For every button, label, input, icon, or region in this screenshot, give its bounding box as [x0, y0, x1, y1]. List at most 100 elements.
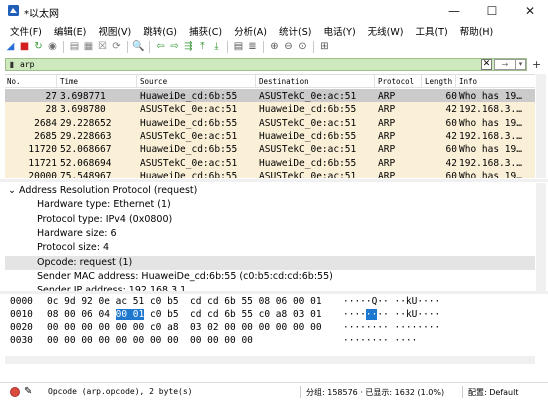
find-packet-icon[interactable]: 🔍	[132, 41, 145, 54]
detail-tree-item[interactable]: Protocol type: IPv4 (0x0800)	[5, 213, 535, 227]
stop-capture-icon[interactable]: ■	[18, 41, 31, 54]
packet-row[interactable]: 2684 29.228652 HuaweiDe_cd:6b:55 ASUSTekC_0…	[5, 115, 535, 130]
open-file-icon[interactable]: ▤	[68, 41, 81, 54]
packet-cell-proto: ARP	[378, 144, 396, 156]
packet-cell-no: 11721	[28, 157, 57, 169]
detail-tree-item[interactable]: ⌄ Address Resolution Protocol (request)	[5, 184, 535, 198]
menu-item[interactable]: 无线(W)	[362, 22, 410, 38]
display-filter-bar: ▮ arp ✕ → ▾	[5, 58, 527, 71]
packet-bytes-scrollbar[interactable]	[5, 356, 535, 364]
column-divider[interactable]	[56, 75, 57, 88]
packet-cell-time: 29.228652	[60, 117, 112, 129]
packet-row[interactable]: 2685 29.228663 ASUSTekC_0e:ac:51 HuaweiDe_c…	[5, 128, 535, 143]
go-to-packet-icon[interactable]: ⇶	[182, 41, 195, 54]
maximize-button[interactable]: ☐	[478, 0, 506, 22]
menu-item[interactable]: 视图(V)	[92, 22, 137, 38]
detail-tree-item[interactable]: Hardware type: Ethernet (1)	[5, 198, 535, 212]
reload-file-icon[interactable]: ⟳	[110, 41, 123, 54]
menu-item[interactable]: 帮助(H)	[454, 22, 500, 38]
packet-row[interactable]: 20000 75.548967 HuaweiDe_cd:6b:55 ASUSTekC_…	[5, 168, 535, 178]
add-filter-button[interactable]: +	[532, 58, 541, 71]
byte-ascii-row[interactable]: ········ ····	[343, 335, 417, 348]
column-divider[interactable]	[421, 75, 422, 88]
colorize-icon[interactable]: ≣	[246, 41, 259, 54]
byte-hex-row[interactable]: 0c 9d 92 0e ac 51 c0 b5 cd cd 6b 55 08 0…	[47, 296, 322, 309]
packet-row[interactable]: 11721 52.068694 ASUSTekC_0e:ac:51 HuaweiDe_…	[5, 155, 535, 170]
capture-comment-icon[interactable]: ✎	[24, 386, 32, 397]
zoom-reset-icon[interactable]: ⊙	[296, 41, 309, 54]
close-button[interactable]: ✕	[516, 0, 544, 22]
detail-tree-item[interactable]: Protocol size: 4	[5, 241, 535, 255]
save-file-icon[interactable]: ▦	[82, 41, 95, 54]
shark-fin-start-icon[interactable]: ◢	[4, 41, 17, 54]
menu-item[interactable]: 电话(Y)	[317, 22, 361, 38]
column-header[interactable]: No.	[7, 77, 21, 86]
column-header[interactable]: Source	[140, 77, 167, 86]
auto-scroll-icon[interactable]: ▤	[232, 41, 245, 54]
go-last-icon[interactable]: ⤓	[210, 41, 223, 54]
byte-hex-row[interactable]: 08 00 06 04 00 01 c0 b5 cd cd 6b 55 c0 a…	[47, 309, 322, 322]
menu-item[interactable]: 文件(F)	[4, 22, 48, 38]
expert-info-icon[interactable]	[10, 387, 20, 397]
ascii-bytes: ········ ········	[343, 322, 441, 333]
column-header[interactable]: Destination	[259, 77, 309, 86]
packet-list-header: No. Time Source Destination Protocol Length In…	[5, 75, 535, 88]
go-first-icon[interactable]: ⤒	[196, 41, 209, 54]
display-filter-input[interactable]: arp	[20, 60, 481, 69]
menu-item[interactable]: 统计(S)	[273, 22, 317, 38]
packet-cell-dst: ASUSTekC_0e:ac:51	[259, 117, 357, 129]
menu-item[interactable]: 分析(A)	[228, 22, 273, 38]
packet-details-scrollbar[interactable]	[536, 183, 546, 291]
ascii-bytes: ····	[343, 309, 366, 320]
detail-tree-item[interactable]: Opcode: request (1)	[5, 255, 535, 270]
packet-cell-src: ASUSTekC_0e:ac:51	[140, 130, 238, 142]
packet-cell-dst: ASUSTekC_0e:ac:51	[259, 144, 357, 156]
column-divider[interactable]	[136, 75, 137, 88]
byte-hex-row[interactable]: 00 00 00 00 00 00 c0 a8 03 02 00 00 00 0…	[47, 322, 322, 335]
menu-item[interactable]: 跳转(G)	[137, 22, 183, 38]
byte-ascii-row[interactable]: ········ ········	[343, 322, 440, 335]
zoom-in-icon[interactable]: ⊕	[268, 41, 281, 54]
capture-options-icon[interactable]: ◉	[46, 41, 59, 54]
column-header[interactable]: Time	[60, 77, 78, 86]
byte-ascii-row[interactable]: ········ ··kU····	[343, 309, 440, 322]
byte-hex-row[interactable]: 00 00 00 00 00 00 00 00 00 00 00 00	[47, 335, 253, 348]
column-header[interactable]: Protocol	[378, 77, 414, 86]
go-back-icon[interactable]: ⇦	[154, 41, 167, 54]
detail-tree-label: Sender MAC address: HuaweiDe_cd:6b:55 (c…	[37, 270, 333, 282]
detail-tree-item[interactable]: Sender IP address: 192.168.3.1	[5, 284, 535, 291]
detail-tree-item[interactable]: Hardware size: 6	[5, 227, 535, 241]
packet-cell-src: ASUSTekC_0e:ac:51	[140, 157, 238, 169]
column-divider[interactable]	[455, 75, 456, 88]
status-profile[interactable]: 配置: Default	[468, 387, 518, 398]
column-divider[interactable]	[255, 75, 256, 88]
packet-cell-dst: ASUSTekC_0e:ac:51	[259, 170, 357, 178]
detail-tree-item[interactable]: Sender MAC address: HuaweiDe_cd:6b:55 (c…	[5, 270, 535, 284]
zoom-out-icon[interactable]: ⊖	[282, 41, 295, 54]
filter-bookmark-icon[interactable]: ▮	[6, 59, 18, 70]
packet-cell-dst: HuaweiDe_cd:6b:55	[259, 157, 357, 169]
apply-filter-button[interactable]: →	[494, 59, 516, 70]
minimize-button[interactable]: —	[440, 0, 468, 22]
column-header[interactable]: Info	[459, 77, 477, 86]
close-file-icon[interactable]: ☒	[96, 41, 109, 54]
menu-item[interactable]: 捕获(C)	[183, 22, 228, 38]
packet-cell-no: 27	[45, 91, 57, 102]
expand-chevron-icon[interactable]: ⌄	[8, 185, 16, 196]
go-forward-icon[interactable]: ⇨	[168, 41, 181, 54]
menu-item[interactable]: 工具(T)	[409, 22, 453, 38]
packet-row[interactable]: 28 3.698780 ASUSTekC_0e:ac:51 HuaweiDe_cd:6…	[5, 102, 535, 117]
byte-ascii-row[interactable]: ·····Q·· ··kU····	[343, 296, 440, 309]
restart-capture-icon[interactable]: ↻	[32, 41, 45, 54]
resize-columns-icon[interactable]: ⊞	[318, 41, 331, 54]
clear-filter-button[interactable]: ✕	[481, 59, 492, 70]
filter-history-dropdown[interactable]: ▾	[516, 59, 526, 70]
packet-row[interactable]: 11720 52.068667 HuaweiDe_cd:6b:55 ASUSTekC_…	[5, 142, 535, 157]
menu-item[interactable]: 编辑(E)	[48, 22, 92, 38]
detail-tree-label: Hardware type: Ethernet (1)	[37, 199, 171, 211]
packet-list-scrollbar[interactable]	[536, 74, 546, 178]
packet-row[interactable]: 27 3.698771 HuaweiDe_cd:6b:55 ASUSTekC_0e:a…	[5, 89, 535, 103]
column-header[interactable]: Length	[425, 77, 452, 86]
column-divider[interactable]	[374, 75, 375, 88]
pane-splitter[interactable]	[0, 179, 548, 182]
